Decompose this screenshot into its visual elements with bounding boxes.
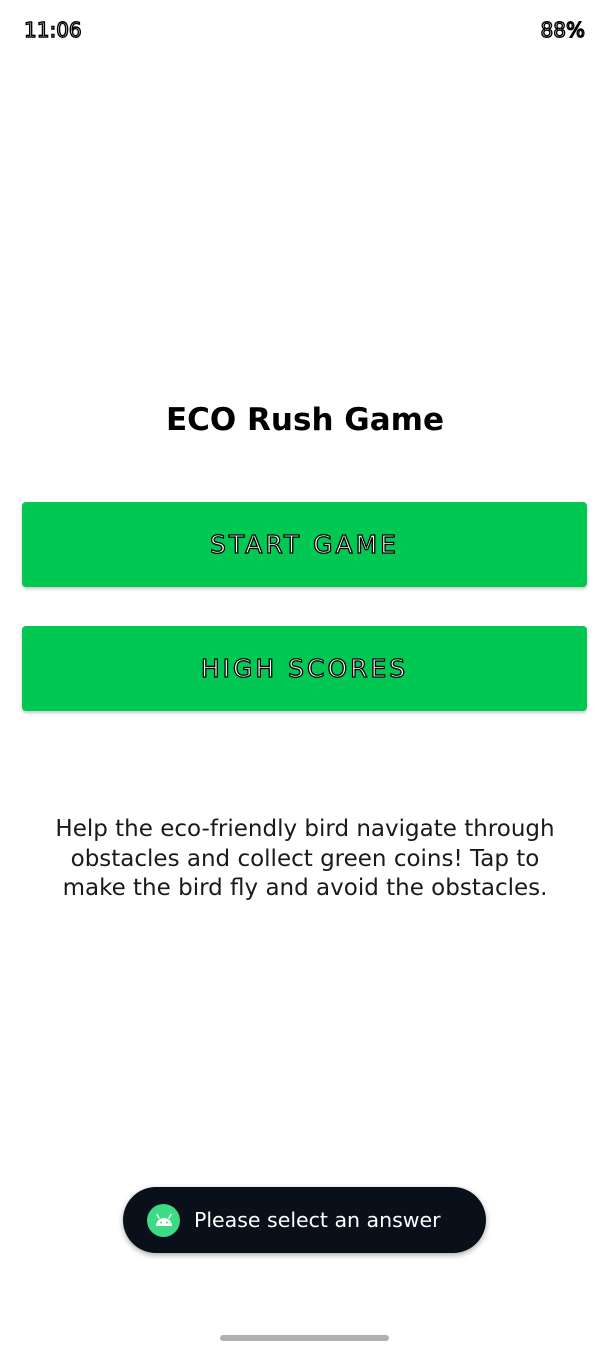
high-scores-label: HIGH SCORES bbox=[200, 653, 409, 683]
toast-text: Please select an answer bbox=[194, 1208, 441, 1232]
android-icon bbox=[147, 1203, 180, 1237]
game-description: Help the eco-friendly bird navigate thro… bbox=[55, 816, 555, 901]
start-game-label: START GAME bbox=[209, 529, 399, 559]
home-indicator[interactable] bbox=[220, 1335, 389, 1341]
start-game-button[interactable]: START GAME bbox=[22, 502, 587, 587]
toast-message: Please select an answer bbox=[123, 1187, 486, 1253]
high-scores-button[interactable]: HIGH SCORES bbox=[22, 626, 587, 711]
status-time: 11:06 bbox=[23, 17, 82, 42]
status-battery: 88% bbox=[540, 17, 586, 42]
game-title: ECO Rush Game bbox=[165, 402, 445, 438]
